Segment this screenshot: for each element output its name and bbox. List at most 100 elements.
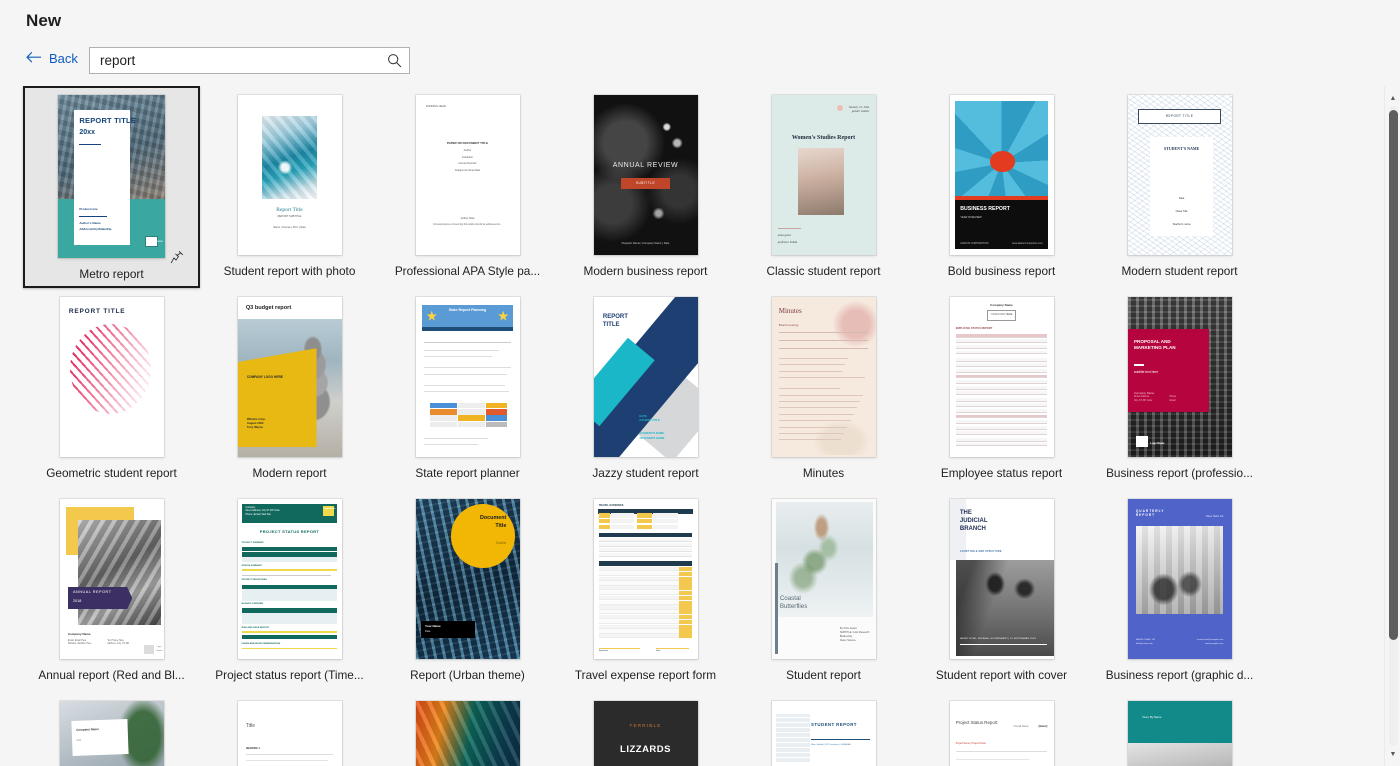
template-card[interactable]: REPORT TITLE STUDENT'S NAME Date Class T… (1091, 86, 1268, 288)
template-thumbnail: Report Title REPORT SUBTITLE Name | Cour… (237, 95, 342, 255)
template-card[interactable]: Company Name YOUR LOGO HERE EMPLOYEE STA… (913, 288, 1090, 490)
template-thumbnail: RUNNING HEAD PAPER OR DOCUMENT TITLE Aut… (415, 95, 520, 255)
template-grid: REPORT TITLE 20xx Product Line Author's … (0, 86, 1361, 766)
template-card[interactable]: State Report Planning State report plann… (379, 288, 556, 490)
thumbnail-art: ANNUAL REPORT 2018 Company Name Email: E… (59, 499, 164, 659)
template-label: Annual report (Red and Bl... (38, 668, 185, 682)
template-label: Geometric student report (46, 466, 177, 480)
template-label: State report planner (415, 466, 520, 480)
template-card[interactable]: TERRIBLE LIZZARDS (557, 692, 734, 766)
template-card[interactable]: ANNUAL REVIEW SUBTITLE Preparer Name | C… (557, 86, 734, 288)
template-thumbnail: TRAVEL EXPENSES Signature Date (593, 499, 698, 659)
template-label: Project status report (Time... (215, 668, 364, 682)
template-card[interactable]: BUSINESS REPORT YEAR IN REVIEW ADATUM CO… (913, 86, 1090, 288)
template-label: Modern report (252, 466, 327, 480)
template-thumbnail: Coastal Butterflies By Chris Jewett SUBTIT… (771, 499, 876, 659)
template-label: Modern business report (583, 264, 708, 278)
thumbnail-art: Company Name YOUR LOGO HERE EMPLOYEE STA… (949, 297, 1054, 457)
thumbnail-art: TRAVEL EXPENSES Signature Date (593, 499, 698, 659)
thumbnail-art: STUDENT REPORT Main Subtitle | MY Discip… (771, 701, 876, 766)
search-input[interactable] (100, 53, 385, 68)
thumbnail-art: PROPOSAL AND MARKETING PLAN subtitle text… (1127, 297, 1232, 457)
thumbnail-art: Q3 budget report COMPANY LOGO HERE Wilsh… (237, 297, 342, 457)
template-card[interactable]: TRAVEL EXPENSES Signature Date Travel ex… (557, 490, 734, 692)
template-card[interactable]: STUDENT REPORT Main Subtitle | MY Discip… (735, 692, 912, 766)
template-card[interactable]: Company Street Address, City ST ZIP Code P… (201, 490, 378, 692)
template-thumbnail (415, 701, 520, 766)
thumbnail-art: ANNUAL REVIEW SUBTITLE Preparer Name | C… (593, 95, 698, 255)
template-card[interactable]: Document Title Subtitle Your Name Date Rep… (379, 490, 556, 692)
template-card[interactable]: REPORT TITLE DATE COURSE TITLE STUDENT'S N… (557, 288, 734, 490)
template-thumbnail: REPORT TITLE 20xx Product Line Author's … (58, 95, 165, 258)
thumbnail-art: QUARTERLY REPORT Olsen Harris Ltd SALES C… (1127, 499, 1232, 659)
template-card[interactable]: Title HEADING 1 (201, 692, 378, 766)
template-card[interactable]: RUNNING HEAD PAPER OR DOCUMENT TITLE Aut… (379, 86, 556, 288)
thumbnail-art: Minutes Board meeting (771, 297, 876, 457)
thumbnail-art: State Report Planning (415, 297, 520, 457)
thumbnail-art: January 27, 20xx gender studies Women's S… (771, 95, 876, 255)
thumbnail-art: TERRIBLE LIZZARDS (593, 701, 698, 766)
scrollbar-thumb[interactable] (1389, 110, 1398, 640)
template-thumbnail: THE JUDICIAL BRANCH COURT ROLE AND STRUCTU… (949, 499, 1054, 659)
template-card[interactable]: Minutes Board meeting Minutes (735, 288, 912, 490)
scroll-down-arrow[interactable]: ▼ (1385, 746, 1400, 762)
template-label: Student report (786, 668, 861, 682)
thumbnail-art: Company Name Date (59, 701, 164, 766)
template-card[interactable] (379, 692, 556, 766)
thumbnail-art: Report Title REPORT SUBTITLE Name | Cour… (238, 95, 342, 255)
template-label: Professional APA Style pa... (394, 264, 541, 278)
template-card[interactable]: Year | By Name (1091, 692, 1268, 766)
template-card[interactable]: QUARTERLY REPORT Olsen Harris Ltd SALES C… (1091, 490, 1268, 692)
template-label: Classic student report (766, 264, 881, 278)
template-thumbnail: STUDENT REPORT Main Subtitle | MY Discip… (771, 701, 876, 766)
template-card[interactable]: PROPOSAL AND MARKETING PLAN subtitle text… (1091, 288, 1268, 490)
pin-icon[interactable] (170, 250, 184, 264)
template-thumbnail: Company Name Date (59, 701, 164, 766)
template-search-box[interactable] (89, 47, 410, 74)
thumbnail-art: THE JUDICIAL BRANCH COURT ROLE AND STRUCTU… (949, 499, 1054, 659)
template-thumbnail: QUARTERLY REPORT Olsen Harris Ltd SALES C… (1127, 499, 1232, 659)
thumbnail-art: BUSINESS REPORT YEAR IN REVIEW ADATUM CO… (950, 95, 1054, 255)
thumbnail-art: Year | By Name (1127, 701, 1232, 766)
template-card[interactable]: Report Title REPORT SUBTITLE Name | Cour… (201, 86, 378, 288)
template-label: Student report with photo (223, 264, 356, 278)
template-label: Business report (graphic d... (1105, 668, 1254, 682)
template-label: Student report with cover (935, 668, 1068, 682)
template-card[interactable]: ANNUAL REPORT 2018 Company Name Email: E… (23, 490, 200, 692)
template-thumbnail: ANNUAL REVIEW SUBTITLE Preparer Name | C… (593, 95, 698, 255)
thumbnail-art: Project Status Report Overall Status [Se… (949, 701, 1054, 766)
search-icon[interactable] (385, 52, 403, 70)
template-card[interactable]: REPORT TITLE 20xx Product Line Author's … (23, 86, 200, 288)
template-thumbnail: Minutes Board meeting (771, 297, 876, 457)
thumbnail-art: REPORT TITLE (59, 297, 164, 457)
template-label: Jazzy student report (592, 466, 699, 480)
thumbnail-art (415, 701, 520, 766)
template-card[interactable]: THE JUDICIAL BRANCH COURT ROLE AND STRUCTU… (913, 490, 1090, 692)
template-thumbnail: Title HEADING 1 (237, 701, 342, 766)
new-document-gallery-screen: New Back REPORT TITLE 20xx Product Line … (0, 0, 1400, 766)
thumbnail-art: RUNNING HEAD PAPER OR DOCUMENT TITLE Aut… (415, 95, 520, 255)
back-button[interactable]: Back (26, 51, 78, 66)
template-label: Report (Urban theme) (410, 668, 525, 682)
template-card[interactable]: Q3 budget report COMPANY LOGO HERE Wilsh… (201, 288, 378, 490)
template-thumbnail: TERRIBLE LIZZARDS (593, 701, 698, 766)
thumbnail-art: REPORT TITLE 20xx Product Line Author's … (58, 95, 165, 258)
gallery-scrollbar[interactable]: ▲ ▼ (1384, 86, 1400, 766)
template-thumbnail: January 27, 20xx gender studies Women's S… (771, 95, 876, 255)
template-thumbnail: Company Street Address, City ST ZIP Code P… (237, 499, 342, 659)
template-thumbnail: REPORT TITLE (59, 297, 164, 457)
scroll-up-arrow[interactable]: ▲ (1385, 90, 1400, 106)
template-thumbnail: Year | By Name (1127, 701, 1232, 766)
template-card[interactable]: Project Status Report Overall Status [Se… (913, 692, 1090, 766)
template-card[interactable]: Company Name Date (23, 692, 200, 766)
template-thumbnail: REPORT TITLE STUDENT'S NAME Date Class T… (1127, 95, 1232, 255)
template-card[interactable]: January 27, 20xx gender studies Women's S… (735, 86, 912, 288)
template-card[interactable]: REPORT TITLE Geometric student report (23, 288, 200, 490)
template-gallery[interactable]: REPORT TITLE 20xx Product Line Author's … (0, 86, 1361, 766)
template-label: Travel expense report form (574, 668, 717, 682)
arrow-left-icon (26, 51, 42, 66)
page-title: New (26, 11, 62, 30)
template-thumbnail: State Report Planning (415, 297, 520, 457)
template-card[interactable]: Coastal Butterflies By Chris Jewett SUBTIT… (735, 490, 912, 692)
template-thumbnail: Company Name YOUR LOGO HERE EMPLOYEE STA… (949, 297, 1054, 457)
